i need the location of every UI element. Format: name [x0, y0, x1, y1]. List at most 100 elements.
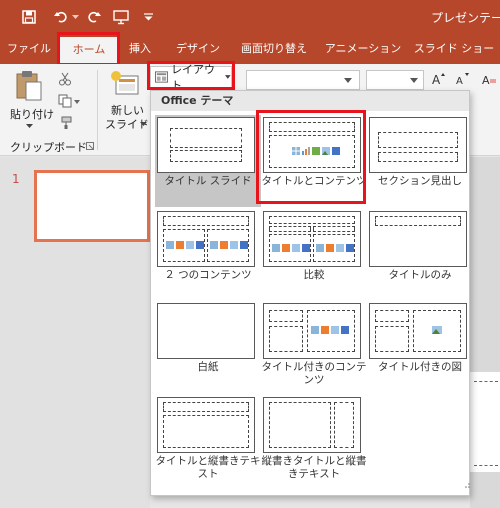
format-painter-icon[interactable] — [58, 116, 72, 130]
undo-dropdown-chevron-icon[interactable] — [70, 0, 80, 34]
table-icon — [292, 147, 300, 155]
layout-label: 比較 — [303, 269, 325, 281]
layout-content-with-caption[interactable]: タイトル付きのコンテンツ — [261, 301, 367, 393]
new-slide-icon — [111, 71, 139, 95]
placeholder-border-dashed — [474, 465, 498, 466]
layout-label: ２ つのコンテンツ — [164, 269, 252, 281]
tab-transitions[interactable]: 画面切り替え — [232, 34, 316, 64]
placeholder-border-dashed — [474, 381, 498, 382]
layout-label: タイトルのみ — [388, 269, 452, 281]
clipboard-dialog-launcher-icon[interactable] — [86, 142, 94, 150]
resize-grip-icon[interactable] — [464, 482, 470, 488]
picture-icon — [336, 244, 344, 252]
video-icon — [346, 244, 354, 252]
layout-two-content[interactable]: ２ つのコンテンツ — [155, 209, 261, 301]
font-name-chevron-icon[interactable] — [344, 78, 352, 83]
layout-label: タイトル付きの図 — [378, 361, 462, 373]
content-icons — [210, 241, 248, 249]
clipboard-group-label: クリップボード — [10, 141, 87, 154]
increase-font-size-icon[interactable]: A — [432, 72, 446, 86]
tab-file[interactable]: ファイル — [0, 34, 58, 64]
decrease-font-size-icon[interactable]: A — [456, 72, 470, 86]
picture-icon — [432, 326, 442, 334]
chart-icon — [326, 244, 334, 252]
layout-thumbnail — [157, 303, 255, 359]
table-icon — [272, 244, 280, 252]
layout-label: タイトル スライド — [164, 175, 252, 187]
layout-picture-with-caption[interactable]: タイトル付きの図 — [367, 301, 473, 393]
tab-slideshow[interactable]: スライド ショー — [408, 34, 500, 64]
tab-insert[interactable]: 挿入 — [118, 34, 162, 64]
layout-thumbnail — [157, 397, 255, 453]
smartart-icon — [312, 147, 320, 155]
layout-label: レイアウト — [171, 63, 216, 92]
content-icons — [292, 147, 340, 155]
layout-comparison[interactable]: 比較 — [261, 209, 367, 301]
layout-thumbnail — [157, 211, 255, 267]
picture-icon — [292, 244, 300, 252]
cut-icon[interactable] — [58, 72, 72, 86]
chart-icon — [282, 244, 290, 252]
svg-text:A: A — [456, 76, 463, 86]
table-icon — [210, 241, 218, 249]
svg-text:A: A — [482, 74, 490, 86]
picture-icon — [186, 241, 194, 249]
layout-thumbnail — [369, 303, 467, 359]
paste-icon — [16, 71, 42, 101]
table-icon — [166, 241, 174, 249]
content-icons — [272, 244, 310, 252]
layout-thumbnail — [157, 117, 255, 173]
copy-icon[interactable] — [58, 94, 72, 108]
layout-thumbnail — [263, 397, 361, 453]
video-icon — [341, 326, 349, 334]
paste-label: 貼り付け — [10, 108, 54, 121]
layout-thumbnail — [263, 303, 361, 359]
layout-thumbnail — [369, 211, 467, 267]
chart-icon — [176, 241, 184, 249]
layout-label: 白紙 — [197, 361, 219, 373]
save-icon[interactable] — [18, 0, 40, 34]
clear-formatting-icon[interactable]: A — [482, 72, 496, 86]
layout-icon — [155, 71, 169, 83]
ribbon-tabs: ファイル ホーム 挿入 デザイン 画面切り替え アニメーション スライド ショー — [0, 34, 500, 64]
layout-gallery-dropdown: Office テーマ タイトル スライド タイトルとコンテンツ セクション見出し… — [150, 90, 470, 496]
customize-qat-icon[interactable] — [140, 0, 156, 34]
tab-animations[interactable]: アニメーション — [322, 34, 404, 64]
layout-title-only[interactable]: タイトルのみ — [367, 209, 473, 301]
table-icon — [316, 244, 324, 252]
font-size-chevron-icon[interactable] — [410, 78, 418, 83]
layout-vertical-title-and-text[interactable]: 縦書きタイトルと縦書きテキスト — [261, 395, 367, 493]
layout-label: タイトルと縦書きテキスト — [155, 455, 261, 480]
layout-thumbnail — [369, 117, 467, 173]
layout-dropdown-chevron-icon — [225, 75, 231, 79]
layout-title-and-content[interactable]: タイトルとコンテンツ — [261, 115, 367, 207]
layout-section-header[interactable]: セクション見出し — [367, 115, 473, 207]
layout-button[interactable]: レイアウト — [150, 63, 232, 92]
tab-design[interactable]: デザイン — [170, 34, 226, 64]
slide-editing-area — [470, 157, 500, 508]
font-name-box[interactable] — [246, 70, 360, 90]
layout-title-and-vertical-text[interactable]: タイトルと縦書きテキスト — [155, 395, 261, 493]
group-separator — [97, 70, 98, 150]
tab-home[interactable]: ホーム — [60, 37, 118, 64]
document-title: プレゼンテー — [431, 11, 500, 25]
content-icons — [166, 241, 204, 249]
new-slide-button[interactable]: 新しい スライド — [102, 68, 149, 134]
content-icons — [316, 244, 354, 252]
content-icons — [311, 326, 349, 334]
redo-icon[interactable] — [84, 0, 104, 34]
present-from-start-icon[interactable] — [110, 0, 132, 34]
gallery-header: Office テーマ — [151, 91, 469, 111]
picture-icon — [230, 241, 238, 249]
layout-blank[interactable]: 白紙 — [155, 301, 261, 393]
layout-label: 縦書きタイトルと縦書きテキスト — [261, 455, 367, 480]
undo-icon[interactable] — [50, 0, 72, 34]
layout-title-slide[interactable]: タイトル スライド — [155, 115, 261, 207]
svg-text:A: A — [432, 73, 441, 86]
new-slide-dropdown-chevron-icon — [140, 122, 147, 126]
layout-label: セクション見出し — [378, 175, 462, 187]
title-bar: プレゼンテー — [0, 0, 500, 34]
paste-button[interactable]: 貼り付け — [4, 68, 54, 130]
slide-thumbnail[interactable] — [34, 170, 150, 242]
copy-dropdown-chevron-icon[interactable] — [74, 100, 80, 104]
